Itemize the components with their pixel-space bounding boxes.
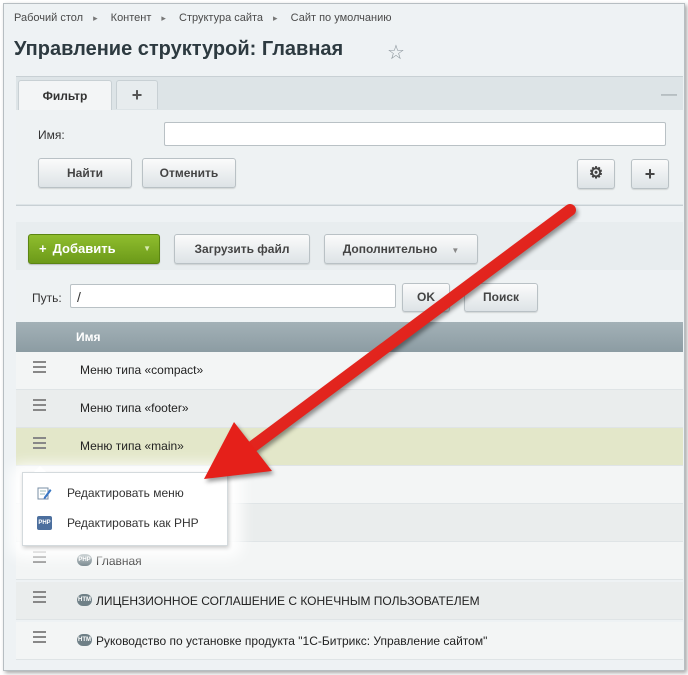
annotation-arrow-icon	[204, 204, 576, 479]
window: Рабочий стол ▸ Контент ▸ Структура сайта ▸ …	[3, 3, 685, 671]
